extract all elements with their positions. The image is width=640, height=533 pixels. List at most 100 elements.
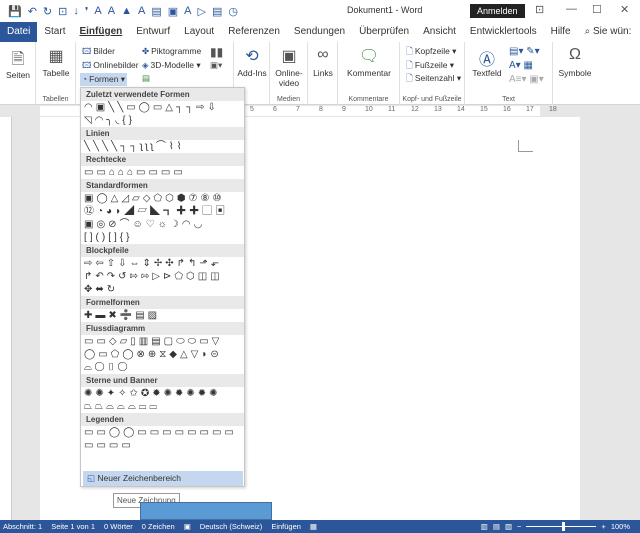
tab-ansicht[interactable]: Ansicht bbox=[416, 22, 463, 42]
online-pictures-button[interactable]: 🖾 Onlinebilder bbox=[82, 60, 139, 74]
close-button[interactable]: ✕ bbox=[620, 3, 629, 16]
tab-einfügen[interactable]: Einfügen bbox=[72, 22, 129, 42]
blue-rectangle-shape[interactable] bbox=[140, 502, 272, 520]
tell-me-search[interactable]: ⌕ Sie wün: bbox=[578, 22, 639, 42]
shape-row[interactable]: []()[]{} bbox=[81, 231, 244, 244]
shape-row[interactable]: ▭▭◇▱▯▥▤▢⬭⬭▭▽ bbox=[81, 335, 244, 348]
footer-button[interactable]: 🗋 Fußzeile ▾ bbox=[406, 60, 454, 74]
shape-row[interactable]: ▣◎⊘⌒☺♡☼☽◠◡ bbox=[81, 218, 244, 231]
print-layout-icon[interactable]: ▤ bbox=[493, 522, 500, 531]
status-chars[interactable]: 0 Zeichen bbox=[142, 522, 175, 531]
ruler-number: 9 bbox=[342, 106, 346, 113]
status-words[interactable]: 0 Wörter bbox=[104, 522, 133, 531]
ruler-number: 5 bbox=[250, 106, 254, 113]
symbols-button[interactable]: Ω Symbole bbox=[555, 46, 595, 78]
shape-row[interactable]: ↱↶↷↺⇰⇰▷⊳⬠⬡◫◫ bbox=[81, 270, 244, 283]
macro-icon[interactable]: ▦ bbox=[310, 522, 317, 531]
maximize-button[interactable]: ☐ bbox=[592, 3, 602, 16]
quick-access-icon[interactable]: A bbox=[108, 5, 115, 18]
tab-datei[interactable]: Datei bbox=[0, 22, 38, 42]
pages-button[interactable]: 🗎 Seiten bbox=[4, 48, 32, 80]
shape-row[interactable]: ⇨⇦⇧⇩⇔⇕✢✣↱↰⬏⬐ bbox=[81, 257, 244, 270]
add-ins-button[interactable]: ⟲ Add-Ins bbox=[236, 46, 268, 78]
zoom-level[interactable]: 100% bbox=[611, 522, 630, 531]
chart-icon[interactable]: ▮▮ bbox=[210, 45, 223, 59]
tab-entwurf[interactable]: Entwurf bbox=[129, 22, 177, 42]
shape-row[interactable]: ▭▭▭▭ bbox=[81, 439, 244, 452]
icons-button[interactable]: ✤ Piktogramme bbox=[142, 46, 201, 57]
status-page[interactable]: Seite 1 von 1 bbox=[51, 522, 95, 531]
sign-in-button[interactable]: Anmelden bbox=[470, 4, 525, 18]
quick-access-icon[interactable]: A bbox=[94, 5, 101, 18]
shape-row[interactable]: ⌓◯▯◯ bbox=[81, 361, 244, 374]
shape-row[interactable]: ✥⬌↻ bbox=[81, 283, 244, 296]
shape-row[interactable]: ✺✺✦✧✩✪✹✺✹✺✹✺ bbox=[81, 387, 244, 400]
new-drawing-canvas-item[interactable]: ◱ Neuer Zeichenbereich bbox=[83, 471, 243, 486]
read-mode-icon[interactable]: ▥ bbox=[481, 522, 488, 531]
status-mode[interactable]: Einfügen bbox=[271, 522, 301, 531]
textbox-button[interactable]: Ⓐ Textfeld bbox=[469, 46, 505, 78]
section-header: Sterne und Banner bbox=[81, 374, 244, 387]
quick-access-icon[interactable]: ▤ bbox=[212, 5, 222, 18]
quick-access-icon[interactable]: ◷ bbox=[228, 5, 238, 18]
minimize-button[interactable]: — bbox=[566, 3, 577, 15]
proofing-icon[interactable]: ▣ bbox=[184, 522, 191, 531]
zoom-out-button[interactable]: − bbox=[517, 522, 521, 531]
wordart-icon[interactable]: A▾ ▦ bbox=[509, 60, 533, 71]
smartart-button[interactable]: ▤ bbox=[142, 73, 152, 84]
status-language[interactable]: Deutsch (Schweiz) bbox=[200, 522, 263, 531]
quick-access-icon[interactable]: ▣ bbox=[168, 5, 178, 18]
quick-access-icon[interactable]: ↻ bbox=[43, 5, 52, 18]
shape-row[interactable]: ✚▬✖➗▤▨ bbox=[81, 309, 244, 322]
shape-row[interactable]: ◯▭⬠◯⊗⊕⧖◆△▽◗⊝ bbox=[81, 348, 244, 361]
cube-icon: ◈ bbox=[142, 60, 149, 70]
pictures-button[interactable]: 🖾 Bilder bbox=[82, 46, 115, 60]
quick-parts-icon[interactable]: ▤▾ ✎▾ bbox=[509, 46, 540, 57]
header-button[interactable]: 🗋 Kopfzeile ▾ bbox=[406, 46, 456, 60]
ribbon-display-icon[interactable]: ⊡ bbox=[535, 3, 544, 16]
screenshot-icon[interactable]: ▣▾ bbox=[210, 60, 222, 71]
shape-row[interactable]: ◠▣╲╲▭◯▭△┐┐⇨⇩ bbox=[81, 101, 244, 114]
quick-access-icon[interactable]: ▤ bbox=[151, 5, 161, 18]
tab-referenzen[interactable]: Referenzen bbox=[221, 22, 287, 42]
shape-row[interactable]: ╲╲╲╲┐┐ʅʅʅ⌒⌇⌇ bbox=[81, 140, 244, 153]
tab-überprüfen[interactable]: Überprüfen bbox=[352, 22, 416, 42]
quick-access-icon[interactable]: A bbox=[138, 5, 145, 18]
zoom-in-button[interactable]: + bbox=[601, 522, 605, 531]
comment-button[interactable]: 🗨 Kommentar bbox=[342, 46, 396, 78]
quick-access-icon[interactable]: ▷ bbox=[197, 5, 205, 18]
quick-access-icon[interactable]: ↓ bbox=[73, 5, 79, 18]
tab-layout[interactable]: Layout bbox=[177, 22, 221, 42]
shape-row[interactable]: ⏢⏢⌓⌓⌓▭▭ bbox=[81, 400, 244, 413]
quick-access-icon[interactable]: ▲ bbox=[121, 5, 132, 18]
tab-sendungen[interactable]: Sendungen bbox=[287, 22, 352, 42]
links-button[interactable]: ∞ Links bbox=[310, 46, 336, 78]
quick-access-icon[interactable]: ↶ bbox=[28, 5, 37, 18]
quick-access-icon[interactable]: A bbox=[184, 5, 191, 18]
quick-access-toolbar[interactable]: 💾 ↶ ↻ ⊡ ↓ ❜ A A ▲ A ▤ ▣ A ▷ ▤ ◷ bbox=[0, 5, 238, 18]
add-ins-icon: ⟲ bbox=[245, 48, 259, 65]
tab-entwicklertools[interactable]: Entwicklertools bbox=[463, 22, 544, 42]
page-number-button[interactable]: 🗋 Seitenzahl ▾ bbox=[406, 73, 461, 87]
web-layout-icon[interactable]: ▧ bbox=[505, 522, 512, 531]
tab-hilfe[interactable]: Hilfe bbox=[544, 22, 578, 42]
3d-models-button[interactable]: ◈ 3D-Modelle ▾ bbox=[142, 60, 201, 71]
shape-row[interactable]: ▭▭⌂⌂⌂▭▭▭▭ bbox=[81, 166, 244, 179]
zoom-slider[interactable] bbox=[526, 522, 597, 531]
online-video-button[interactable]: ▣ Online-video bbox=[272, 46, 306, 88]
vertical-ruler[interactable] bbox=[0, 117, 12, 520]
quick-access-icon[interactable]: 💾 bbox=[8, 5, 22, 18]
shapes-button[interactable]: ◔ Formen ▾ bbox=[80, 73, 128, 86]
ruler-number: 6 bbox=[273, 106, 277, 113]
shape-row[interactable]: ◹◠╮◟{} bbox=[81, 114, 244, 127]
quick-access-icon[interactable]: ❜ bbox=[85, 5, 89, 18]
shape-row[interactable]: ⑫◔◕◗◢▱◣┓✚✚▢▣ bbox=[81, 205, 244, 218]
section-header: Flussdiagramm bbox=[81, 322, 244, 335]
shape-row[interactable]: ▣◯△◿▱◇⬠⬡⬢⑦⑧⑩ bbox=[81, 192, 244, 205]
shape-row[interactable]: ▭▭◯◯▭▭▭▭▭▭▭▭ bbox=[81, 426, 244, 439]
dropcap-icon[interactable]: A≡▾ ▣▾ bbox=[509, 74, 544, 85]
status-section[interactable]: Abschnitt: 1 bbox=[3, 522, 42, 531]
quick-access-icon[interactable]: ⊡ bbox=[58, 5, 67, 18]
tab-start[interactable]: Start bbox=[37, 22, 72, 42]
table-button[interactable]: ▦ Tabelle bbox=[38, 46, 74, 78]
